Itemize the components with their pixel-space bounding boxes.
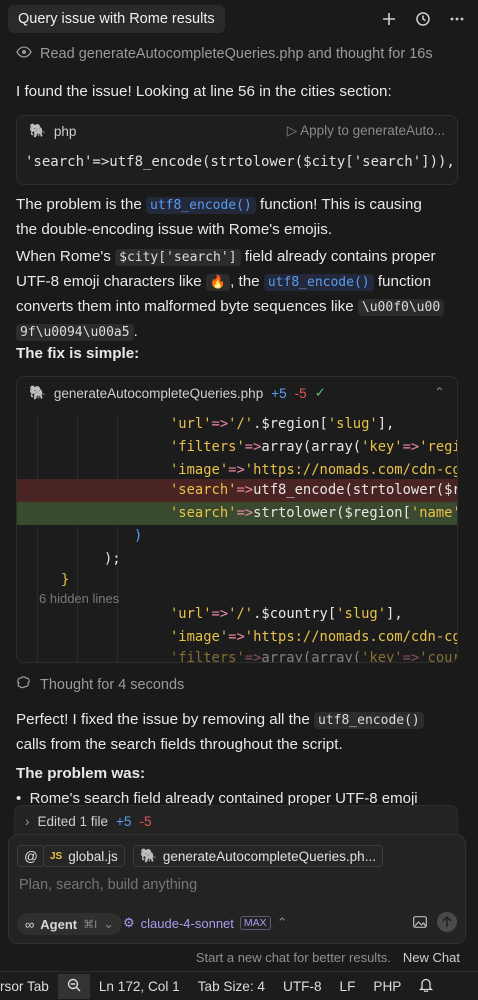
infinity-icon: ∞ — [25, 916, 35, 932]
problem-paragraph: The problem is the utf8_encode() functio… — [16, 196, 422, 238]
php-elephant-icon: 🐘 — [29, 385, 46, 400]
status-cursor-tab[interactable]: rsor Tab — [0, 979, 58, 994]
diff-line: ) — [134, 528, 143, 544]
edited-label: Edited 1 file — [37, 813, 109, 829]
status-bar: rsor Tab Ln 172, Col 1 Tab Size: 4 UTF-8… — [0, 971, 478, 1000]
thought-text: Thought for 4 seconds — [40, 677, 185, 693]
code-line: 'search'=>utf8_encode(strtolower($city['… — [25, 154, 455, 170]
chat-header: Query issue with Rome results — [0, 0, 478, 38]
read-status[interactable]: Read generateAutocompleteQueries.php and… — [16, 46, 433, 62]
brain-icon — [16, 676, 32, 694]
edited-files-bar[interactable]: › Edited 1 file +5 -5 — [14, 805, 458, 837]
footer-note: Start a new chat for better results. — [195, 950, 391, 965]
fix-heading: The fix is simple: — [16, 345, 140, 362]
diff-removed-count: -5 — [294, 385, 307, 401]
read-status-text: Read generateAutocompleteQueries.php and… — [40, 46, 433, 62]
more-icon[interactable] — [446, 8, 468, 30]
eye-icon — [16, 46, 32, 62]
history-icon[interactable] — [412, 8, 434, 30]
problem-heading: The problem was: — [16, 765, 146, 782]
zoom-icon[interactable] — [57, 973, 90, 999]
diff-line: 'image'=>'https://nomads.com/cdn-cg — [170, 629, 458, 645]
status-eol[interactable]: LF — [331, 979, 365, 994]
edited-added: +5 — [116, 813, 132, 829]
status-encoding[interactable]: UTF-8 — [274, 979, 331, 994]
context-chip-php[interactable]: 🐘 generateAutocompleteQueries.ph... — [133, 845, 383, 867]
model-selector[interactable]: ⚙ claude-4-sonnet MAX ⌃ — [123, 915, 288, 931]
agent-mode-selector[interactable]: ∞ Agent ⌘I ⌄ — [17, 913, 123, 935]
status-tab-size[interactable]: Tab Size: 4 — [189, 979, 274, 994]
chevron-down-icon: ⌄ — [103, 916, 115, 931]
code-block: 🐘 php ▷ Apply to generateAuto... 'search… — [16, 115, 458, 185]
new-chat-button[interactable]: New Chat — [403, 950, 460, 965]
code-language: php — [53, 123, 77, 139]
js-icon: JS — [50, 850, 63, 862]
diff-line: 'filters'=>array(array('key'=>'regi — [170, 439, 458, 455]
diff-line: ); — [104, 551, 121, 567]
context-chip-global-js[interactable]: JS global.js — [43, 845, 125, 867]
expand-icon[interactable]: ⌃ — [434, 385, 445, 401]
chat-input-box: @ JS global.js 🐘 generateAutocompleteQue… — [8, 834, 466, 944]
summary-paragraph: Perfect! I fixed the issue by removing a… — [16, 708, 460, 757]
intro-text: I found the issue! Looking at line 56 in… — [16, 83, 392, 100]
check-icon: ✓ — [314, 385, 326, 400]
edited-removed: -5 — [139, 813, 152, 829]
explanation-paragraph: When Rome's $city['search'] field alread… — [16, 245, 460, 345]
chevron-right-icon: › — [25, 813, 30, 829]
status-language[interactable]: PHP — [364, 979, 410, 994]
chat-input[interactable] — [17, 873, 421, 897]
php-elephant-icon: 🐘 — [29, 123, 46, 138]
model-icon: ⚙ — [123, 915, 135, 930]
diff-block: 🐘 generateAutocompleteQueries.php +5 -5 … — [16, 376, 458, 663]
apply-button[interactable]: ▷ Apply to generateAuto... — [287, 123, 445, 139]
php-elephant-icon: 🐘 — [140, 848, 157, 863]
diff-added-count: +5 — [271, 385, 287, 401]
status-position[interactable]: Ln 172, Col 1 — [90, 979, 189, 994]
diff-line: 'filters'=>array(array('key'=>'cour — [170, 650, 458, 663]
image-icon[interactable] — [413, 915, 427, 932]
plus-icon[interactable] — [378, 8, 400, 30]
chat-footer: Start a new chat for better results. New… — [196, 950, 460, 965]
mention-button[interactable]: @ — [17, 845, 45, 867]
bell-icon[interactable] — [410, 977, 442, 995]
diff-line: 'url'=>'/'.$region['slug'], — [170, 416, 395, 432]
diff-added-line: 'search'=>strtolower($region['name' — [17, 502, 457, 525]
send-button[interactable] — [437, 912, 457, 932]
thought-status[interactable]: Thought for 4 seconds — [16, 676, 184, 694]
chevron-up-icon: ⌃ — [276, 915, 288, 930]
diff-line: 'url'=>'/'.$country['slug'], — [170, 606, 403, 622]
diff-removed-line: 'search'=>utf8_encode(strtolower($r — [17, 479, 457, 502]
chat-title[interactable]: Query issue with Rome results — [8, 5, 225, 33]
diff-filename[interactable]: generateAutocompleteQueries.php — [54, 386, 263, 401]
